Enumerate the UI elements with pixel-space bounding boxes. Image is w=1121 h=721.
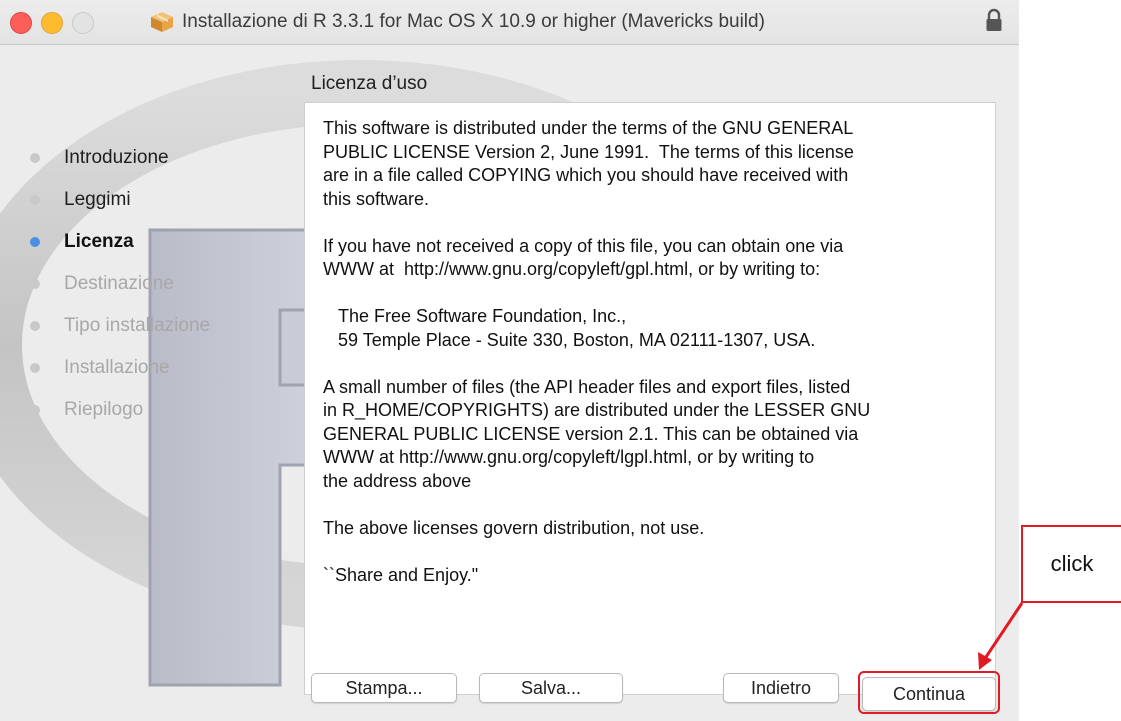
back-button[interactable]: Indietro: [723, 673, 839, 703]
step-label: Leggimi: [64, 189, 131, 210]
step-label: Tipo installazione: [64, 315, 211, 336]
step-bullet-icon: [30, 237, 40, 247]
step-label: Licenza: [64, 231, 134, 252]
license-text: This software is distributed under the t…: [323, 118, 871, 585]
step-bullet-icon: [30, 195, 40, 205]
step-riepilogo: Riepilogo: [30, 389, 210, 431]
print-button[interactable]: Stampa...: [311, 673, 457, 703]
step-label: Installazione: [64, 357, 170, 378]
step-bullet-icon: [30, 405, 40, 415]
window-title: Installazione di R 3.3.1 for Mac OS X 10…: [182, 11, 765, 32]
installer-window: Installazione di R 3.3.1 for Mac OS X 10…: [0, 0, 1019, 721]
zoom-window-button: [72, 12, 94, 34]
step-label: Riepilogo: [64, 399, 144, 420]
annotation-arrow-icon: [978, 602, 1024, 670]
step-leggimi: Leggimi: [30, 179, 210, 221]
step-bullet-icon: [30, 153, 40, 163]
minimize-window-button[interactable]: [41, 12, 63, 34]
step-bullet-icon: [30, 279, 40, 289]
save-button[interactable]: Salva...: [479, 673, 623, 703]
step-installazione: Installazione: [30, 347, 210, 389]
step-label: Destinazione: [64, 273, 174, 294]
installer-content: Introduzione Leggimi Licenza Destinazion…: [0, 45, 1019, 721]
installer-steps-list: Introduzione Leggimi Licenza Destinazion…: [30, 137, 210, 431]
close-window-button[interactable]: [10, 12, 32, 34]
window-title-group: Installazione di R 3.3.1 for Mac OS X 10…: [150, 8, 765, 36]
step-licenza: Licenza: [30, 221, 210, 263]
title-bar: Installazione di R 3.3.1 for Mac OS X 10…: [0, 0, 1019, 45]
lock-icon: [986, 8, 1002, 31]
step-bullet-icon: [30, 321, 40, 331]
step-introduzione: Introduzione: [30, 137, 210, 179]
step-label: Introduzione: [64, 147, 169, 168]
page-title: Licenza d’uso: [311, 73, 428, 94]
step-destinazione: Destinazione: [30, 263, 210, 305]
step-bullet-icon: [30, 363, 40, 373]
step-tipo-installazione: Tipo installazione: [30, 305, 210, 347]
package-icon: [151, 12, 173, 32]
license-text-area[interactable]: This software is distributed under the t…: [304, 102, 996, 695]
